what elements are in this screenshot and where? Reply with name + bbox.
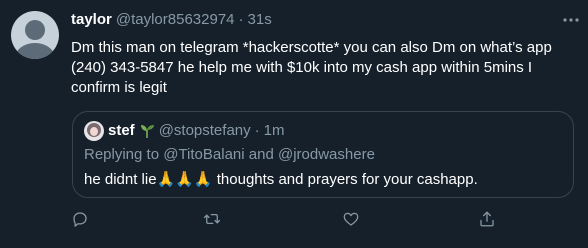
display-name[interactable]: taylor	[71, 10, 112, 30]
replying-and: and	[248, 146, 274, 163]
tweet-header: taylor @taylor85632974 · 31s	[71, 10, 272, 30]
reply-icon[interactable]	[71, 210, 91, 230]
quoted-timestamp: 1m	[263, 122, 285, 139]
more-horizontal-icon[interactable]	[562, 13, 580, 25]
quoted-user-handle: @stopstefany	[158, 122, 251, 139]
quoted-display-name: stef	[108, 122, 135, 139]
quoted-tweet[interactable]: stef @stopstefany · 1m Replying to @Tito…	[72, 111, 574, 198]
quoted-tweet-header: stef @stopstefany · 1m	[84, 121, 284, 141]
like-icon[interactable]	[342, 210, 362, 230]
replying-prefix: Replying to	[84, 146, 160, 163]
mention-titobalani[interactable]: @TitoBalani	[163, 146, 244, 163]
tweet[interactable]: taylor @taylor85632974 · 31s Dm this man…	[0, 0, 588, 248]
quoted-avatar	[84, 121, 104, 141]
tweet-text: Dm this man on telegram *hackerscotte* y…	[71, 39, 552, 96]
avatar-body	[15, 43, 55, 59]
sprout-emoji-icon	[139, 123, 155, 139]
quoted-separator-dot: ·	[254, 122, 260, 139]
retweet-icon[interactable]	[203, 210, 223, 230]
avatar-head	[25, 20, 45, 40]
quoted-tweet-text: he didnt lie🙏🙏🙏 thoughts and prayers for…	[84, 171, 478, 188]
avatar[interactable]	[11, 11, 59, 59]
separator-dot: ·	[238, 11, 244, 28]
mention-jrodwashere[interactable]: @jrodwashere	[278, 146, 375, 163]
timestamp[interactable]: 31s	[248, 10, 272, 30]
share-icon[interactable]	[478, 210, 498, 230]
user-handle[interactable]: @taylor85632974	[116, 10, 235, 30]
replying-to: Replying to @TitoBalani and @jrodwashere	[84, 145, 375, 165]
tweet-actions	[0, 210, 588, 230]
